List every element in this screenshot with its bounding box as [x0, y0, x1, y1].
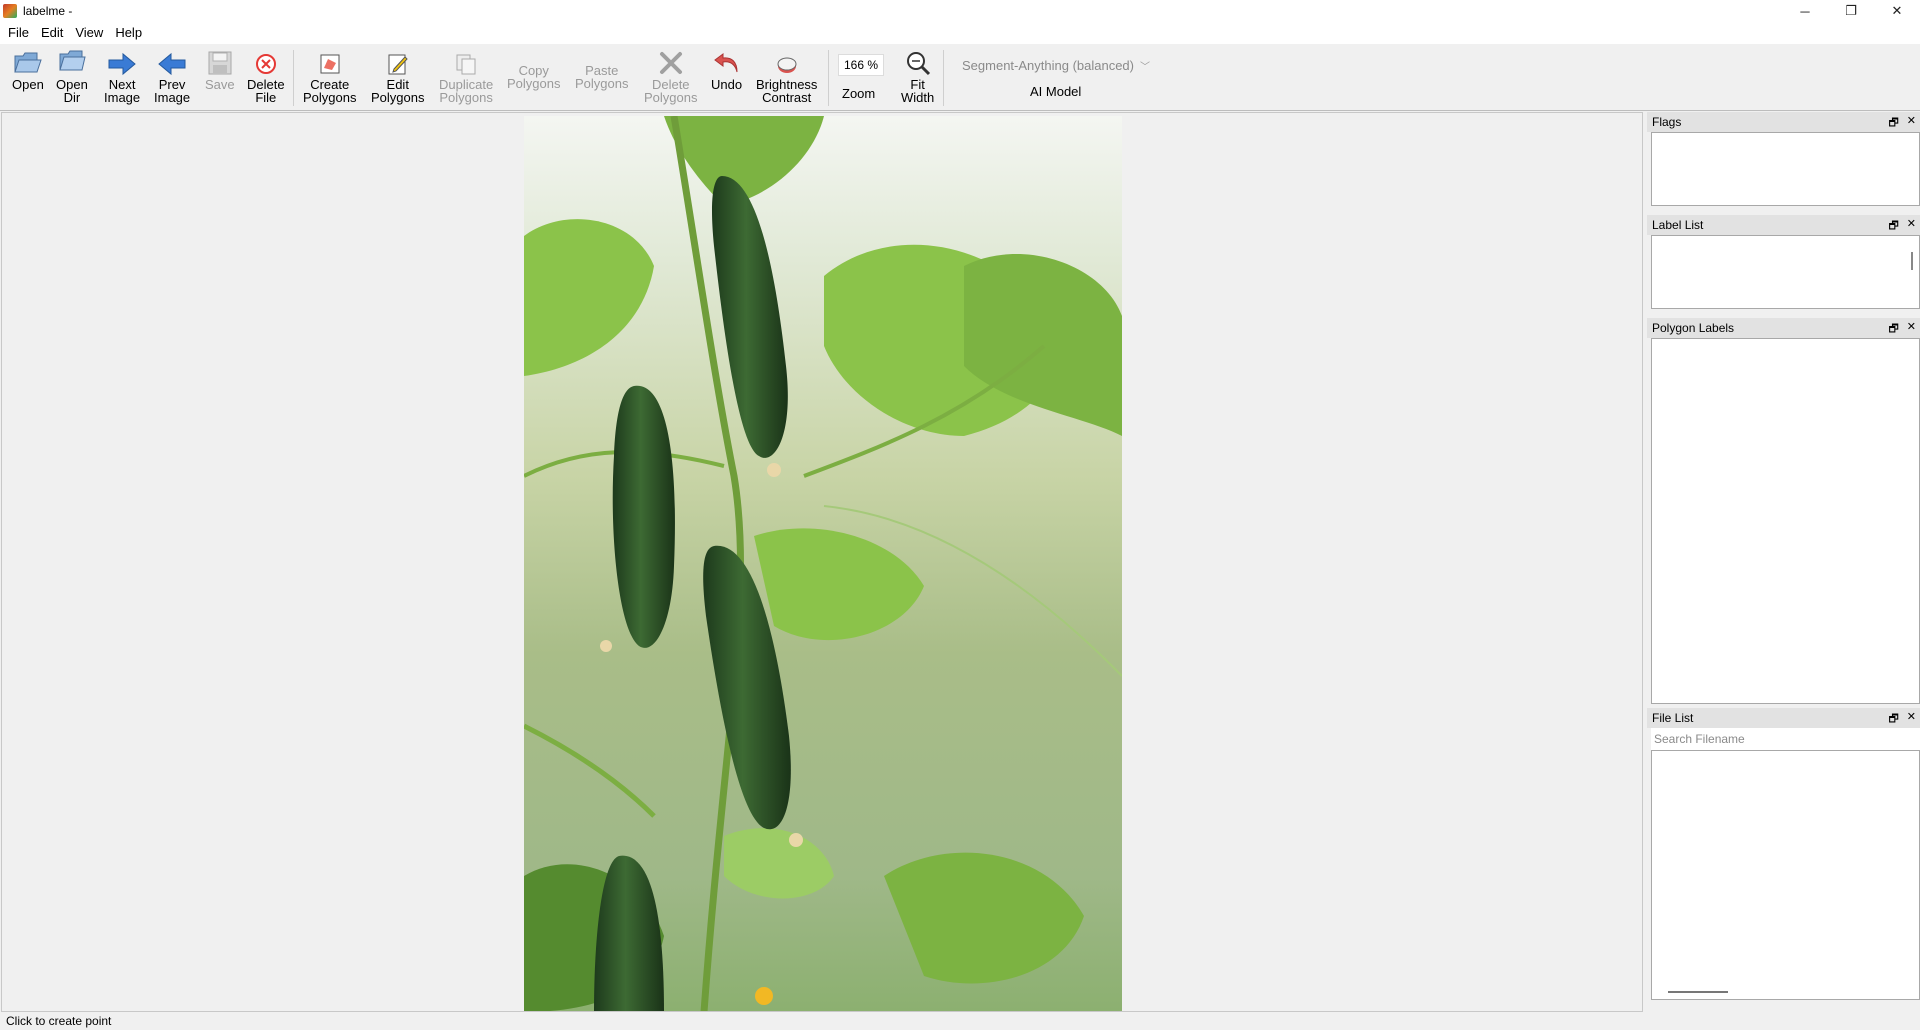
window-title: labelme - — [23, 4, 73, 18]
edit-polygons-label-2: Polygons — [371, 90, 425, 105]
floppy-disk-icon — [207, 48, 233, 76]
close-icon[interactable]: ✕ — [1907, 320, 1916, 339]
label-list[interactable] — [1651, 235, 1920, 309]
brightness-label-2: Contrast — [762, 90, 812, 105]
edit-polygons-button[interactable]: Edit Polygons — [371, 48, 424, 104]
next-image-button[interactable]: Next Image — [104, 48, 140, 104]
paste-polygons-label-2: Polygons — [575, 76, 629, 91]
restore-button[interactable]: ❐ — [1828, 0, 1874, 22]
open-dir-button[interactable]: Open Dir — [56, 48, 88, 104]
prev-image-button[interactable]: Prev Image — [154, 48, 190, 104]
canvas-area[interactable] — [1, 112, 1643, 1012]
toolbar: Open Open Dir Next Image Prev Image Save — [0, 44, 1920, 111]
flags-list[interactable] — [1651, 132, 1920, 206]
scrollbar-handle[interactable] — [1911, 252, 1913, 270]
float-icon[interactable]: 🗗 — [1888, 217, 1898, 236]
cucumber-plant-image — [524, 116, 1122, 1011]
float-icon[interactable]: 🗗 — [1888, 710, 1898, 729]
delete-polygons-button[interactable]: Delete Polygons — [644, 48, 697, 104]
status-text: Click to create point — [6, 1014, 112, 1028]
arrow-right-icon — [107, 48, 137, 76]
delete-file-label-2: File — [255, 90, 277, 105]
toolbar-separator — [943, 50, 944, 106]
brightness-icon — [775, 48, 799, 76]
flags-dock: Flags 🗗 ✕ — [1647, 112, 1920, 206]
file-list-dock: File List 🗗 ✕ Search Filename — [1647, 708, 1920, 1000]
flags-title: Flags — [1652, 115, 1682, 129]
duplicate-icon — [454, 48, 478, 76]
menu-bar: File Edit View Help — [0, 22, 1920, 44]
undo-button[interactable]: Undo — [711, 48, 742, 91]
delete-polygons-label-2: Polygons — [644, 90, 698, 105]
label-list-title: Label List — [1652, 218, 1704, 232]
duplicate-polygons-button[interactable]: Duplicate Polygons — [439, 48, 493, 104]
save-button[interactable]: Save — [205, 48, 235, 91]
prev-image-label-2: Image — [154, 90, 191, 105]
magnifier-icon — [905, 48, 931, 76]
undo-label: Undo — [711, 77, 743, 92]
float-icon[interactable]: 🗗 — [1888, 320, 1898, 339]
toolbar-separator — [293, 50, 294, 106]
copy-polygons-label-2: Polygons — [507, 76, 561, 91]
polygon-labels-dock: Polygon Labels 🗗 ✕ — [1647, 318, 1920, 704]
close-icon[interactable]: ✕ — [1907, 114, 1916, 133]
copy-polygons-button[interactable]: Copy Polygons — [507, 64, 560, 90]
horizontal-scrollbar[interactable] — [1668, 991, 1728, 993]
menu-view[interactable]: View — [69, 22, 109, 44]
brightness-contrast-button[interactable]: Brightness Contrast — [756, 48, 817, 104]
ai-model-select[interactable]: Segment-Anything (balanced) ﹀ — [958, 54, 1154, 76]
toolbar-separator — [828, 50, 829, 106]
polygon-labels-dock-header: Polygon Labels 🗗 ✕ — [1647, 318, 1920, 338]
ai-model-label: AI Model — [1030, 84, 1082, 99]
status-bar: Click to create point — [0, 1012, 1920, 1030]
delete-circle-icon — [254, 48, 278, 76]
close-button[interactable]: ✕ — [1874, 0, 1920, 22]
ai-model-value: Segment-Anything (balanced) — [962, 57, 1134, 73]
open-label: Open — [12, 77, 44, 92]
fit-width-button[interactable]: Fit Width — [901, 48, 934, 104]
label-list-dock-header: Label List 🗗 ✕ — [1647, 215, 1920, 235]
float-icon[interactable]: 🗗 — [1888, 114, 1898, 133]
polygon-labels-list[interactable] — [1651, 338, 1920, 704]
edit-pencil-icon — [386, 48, 410, 76]
file-list[interactable] — [1651, 750, 1920, 1000]
chevron-down-icon: ﹀ — [1140, 61, 1150, 73]
create-polygons-button[interactable]: Create Polygons — [303, 48, 356, 104]
label-list-dock: Label List 🗗 ✕ — [1647, 215, 1920, 309]
save-label: Save — [205, 77, 235, 92]
open-button[interactable]: Open — [12, 48, 44, 91]
delete-x-icon — [658, 48, 684, 76]
next-image-label-2: Image — [104, 90, 141, 105]
arrow-left-icon — [157, 48, 187, 76]
paste-polygons-button[interactable]: Paste Polygons — [575, 64, 628, 90]
fit-width-label-2: Width — [901, 90, 935, 105]
open-dir-label-2: Dir — [63, 90, 81, 105]
create-polygons-label-2: Polygons — [303, 90, 357, 105]
menu-file[interactable]: File — [2, 22, 35, 44]
menu-help[interactable]: Help — [109, 22, 148, 44]
canvas-image[interactable] — [524, 116, 1122, 1011]
menu-edit[interactable]: Edit — [35, 22, 69, 44]
create-polygon-icon — [318, 48, 342, 76]
polygon-labels-title: Polygon Labels — [1652, 321, 1735, 335]
folder-open-icon — [13, 48, 43, 76]
folder-icon — [57, 48, 87, 76]
file-list-dock-header: File List 🗗 ✕ — [1647, 708, 1920, 728]
delete-file-button[interactable]: Delete File — [247, 48, 285, 104]
flags-dock-header: Flags 🗗 ✕ — [1647, 112, 1920, 132]
zoom-spinbox[interactable]: 166 % — [838, 54, 884, 76]
close-icon[interactable]: ✕ — [1907, 710, 1916, 729]
close-icon[interactable]: ✕ — [1907, 217, 1916, 236]
window-controls: ─ ❐ ✕ — [1782, 0, 1920, 22]
zoom-label: Zoom — [842, 86, 876, 101]
duplicate-polygons-label-2: Polygons — [439, 90, 493, 105]
file-list-title: File List — [1652, 711, 1694, 725]
title-bar: labelme - ─ ❐ ✕ — [0, 0, 1920, 22]
app-icon — [3, 4, 17, 18]
minimize-button[interactable]: ─ — [1782, 0, 1828, 22]
search-filename-input[interactable]: Search Filename — [1651, 728, 1920, 750]
undo-icon — [713, 48, 741, 76]
